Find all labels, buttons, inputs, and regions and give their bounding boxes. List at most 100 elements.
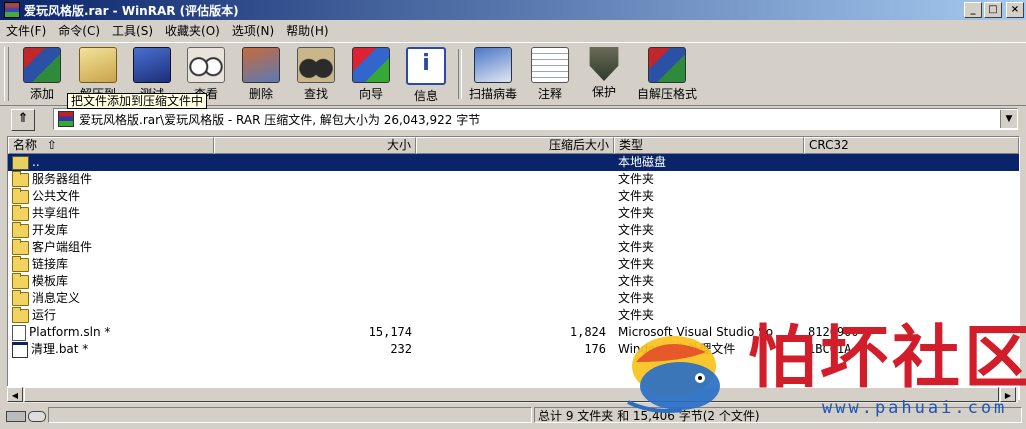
drive-icon[interactable] xyxy=(6,411,26,422)
table-row[interactable]: 客户端组件 文件夹 xyxy=(8,239,1019,256)
table-row[interactable]: 链接库 文件夹 xyxy=(8,256,1019,273)
protect-button[interactable]: 保护 xyxy=(578,47,630,103)
column-header-type[interactable]: 类型 xyxy=(614,137,804,154)
table-row[interactable]: 共享组件 文件夹 xyxy=(8,205,1019,222)
cell-crc32 xyxy=(806,171,1008,188)
cell-type: 文件夹 xyxy=(618,240,655,254)
cell-size: 232 xyxy=(390,342,412,356)
file-name: .. xyxy=(32,155,40,169)
cell-packed-size xyxy=(416,239,606,256)
table-row[interactable]: 开发库 文件夹 xyxy=(8,222,1019,239)
cell-name: 运行 xyxy=(12,307,212,324)
cell-name: Platform.sln * xyxy=(12,324,212,341)
column-header-size[interactable]: 大小 xyxy=(214,137,416,154)
folder-icon xyxy=(12,222,29,238)
cell-packed-size: 176 xyxy=(584,342,606,356)
delete-icon xyxy=(242,47,280,83)
cell-packed-size xyxy=(416,222,606,239)
virus-scan-button-label: 扫描病毒 xyxy=(468,87,517,101)
cell-type: 文件夹 xyxy=(618,223,655,237)
menu-help[interactable]: 帮助(H) xyxy=(280,21,334,41)
parent-folder-icon xyxy=(12,155,29,170)
cell-crc32 xyxy=(806,239,1008,256)
sfx-button[interactable]: 自解压格式 xyxy=(634,47,700,103)
test-icon xyxy=(133,47,171,83)
table-row[interactable]: 公共文件 文件夹 xyxy=(8,188,1019,205)
file-name: 运行 xyxy=(32,308,57,322)
rar-archive-icon xyxy=(58,111,74,127)
wizard-button[interactable]: 向导 xyxy=(345,47,397,103)
cell-packed-size xyxy=(416,188,606,205)
cell-type: 文件夹 xyxy=(618,257,655,271)
file-name: 公共文件 xyxy=(32,189,81,203)
path-combobox[interactable]: 爱玩风格版.rar\爱玩风格版 - RAR 压缩文件, 解包大小为 26,043… xyxy=(53,108,1018,130)
file-name: 客户端组件 xyxy=(32,240,93,254)
folder-icon xyxy=(12,290,29,306)
cell-type: 文件夹 xyxy=(618,274,655,288)
menu-file[interactable]: 文件(F) xyxy=(0,21,52,41)
cell-name: 模板库 xyxy=(12,273,212,290)
table-row[interactable]: .. 本地磁盘 xyxy=(8,154,1019,171)
title-bar: 爱玩风格版.rar - WinRAR (评估版本) _ □ × xyxy=(0,0,1026,20)
comment-icon xyxy=(531,47,569,83)
file-name: 模板库 xyxy=(32,274,69,288)
cell-size xyxy=(214,171,412,188)
view-icon xyxy=(187,47,225,83)
cell-name: 消息定义 xyxy=(12,290,212,307)
menu-options[interactable]: 选项(N) xyxy=(226,21,280,41)
cell-name: 公共文件 xyxy=(12,188,212,205)
watermark-fish-logo xyxy=(627,336,720,413)
cell-type: 文件夹 xyxy=(618,206,655,220)
scroll-left-button[interactable]: ◀ xyxy=(7,387,23,402)
chevron-down-icon: ▼ xyxy=(1005,114,1013,124)
find-button[interactable]: 查找 xyxy=(290,47,342,103)
key-icon[interactable] xyxy=(28,411,46,422)
minimize-button[interactable]: _ xyxy=(964,2,982,18)
menu-commands[interactable]: 命令(C) xyxy=(52,21,106,41)
table-row[interactable]: 服务器组件 文件夹 xyxy=(8,171,1019,188)
file-name: 消息定义 xyxy=(32,291,81,305)
column-header-name[interactable]: 名称 ⇧ xyxy=(8,137,214,154)
add-button-tooltip: 把文件添加到压缩文件中 xyxy=(67,93,208,109)
column-header-crc32[interactable]: CRC32 xyxy=(804,137,1019,154)
table-row[interactable]: 模板库 文件夹 xyxy=(8,273,1019,290)
watermark-text: 怕坏社区 xyxy=(748,318,1026,398)
info-button[interactable]: i 信息 xyxy=(400,47,452,103)
cell-size xyxy=(214,239,412,256)
close-button[interactable]: × xyxy=(1006,2,1024,18)
folder-icon xyxy=(12,273,29,289)
folder-icon xyxy=(12,256,29,272)
menu-tools[interactable]: 工具(S) xyxy=(106,21,159,41)
add-button[interactable]: 添加 xyxy=(14,47,70,103)
column-name-label: 名称 xyxy=(13,138,38,152)
cell-size xyxy=(214,222,412,239)
delete-button-label: 删除 xyxy=(248,87,273,101)
menu-favorites[interactable]: 收藏夹(O) xyxy=(159,21,226,41)
table-row[interactable]: 消息定义 文件夹 xyxy=(8,290,1019,307)
cell-size xyxy=(214,290,412,307)
cell-packed-size xyxy=(416,154,606,171)
cell-name: 链接库 xyxy=(12,256,212,273)
cell-crc32 xyxy=(806,222,1008,239)
toolbar-grip[interactable] xyxy=(4,47,9,101)
cell-packed-size xyxy=(416,256,606,273)
up-folder-button[interactable]: ⇑ xyxy=(11,109,35,131)
virus-scan-button[interactable]: 扫描病毒 xyxy=(464,47,522,103)
path-dropdown-button[interactable]: ▼ xyxy=(1000,110,1017,128)
cell-packed-size xyxy=(416,171,606,188)
path-text: 爱玩风格版.rar\爱玩风格版 - RAR 压缩文件, 解包大小为 26,043… xyxy=(79,112,481,127)
winrar-app-icon[interactable] xyxy=(4,2,20,18)
column-header-packed[interactable]: 压缩后大小 xyxy=(416,137,614,154)
info-button-label: 信息 xyxy=(413,89,438,103)
maximize-button[interactable]: □ xyxy=(984,2,1002,18)
file-name: 清理.bat * xyxy=(31,342,89,356)
comment-button[interactable]: 注释 xyxy=(524,47,576,103)
list-header: 名称 ⇧ 大小 压缩后大小 类型 CRC32 xyxy=(8,137,1019,154)
status-icons xyxy=(6,408,46,424)
cell-crc32 xyxy=(806,205,1008,222)
cell-crc32 xyxy=(806,154,1008,171)
delete-button[interactable]: 删除 xyxy=(235,47,287,103)
wizard-icon xyxy=(352,47,390,83)
cell-type: 本地磁盘 xyxy=(618,155,667,169)
extract-to-icon xyxy=(79,47,117,83)
